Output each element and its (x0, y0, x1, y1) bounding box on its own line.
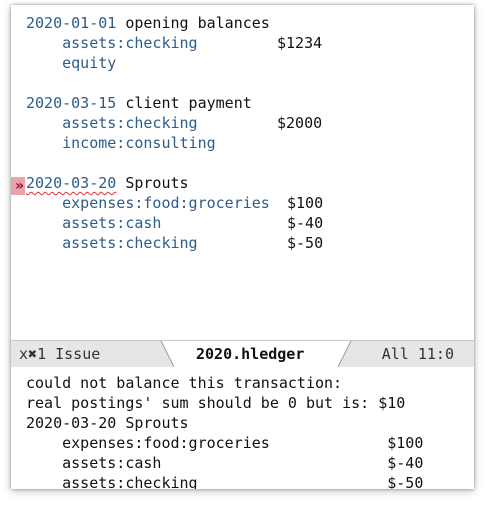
posting-account: assets:checking (62, 34, 198, 52)
posting-amount: $1234 (277, 34, 323, 52)
posting-line: assets:checking (26, 33, 198, 53)
mode-line: x ✖ 1 Issue 2020.hledger All 11:0 (11, 340, 474, 367)
posting-amount: $-50 (287, 234, 324, 252)
mode-line-separator-right (338, 341, 364, 367)
cursor-position: All 11:0 (381, 345, 454, 363)
transaction-date-error: 2020-03-20 (26, 174, 117, 192)
posting-account: assets:cash (62, 214, 162, 232)
transaction-header: 2020-03-15 client payment (26, 93, 252, 113)
transaction-date: 2020-01-01 (26, 14, 117, 32)
error-message-line: could not balance this transaction: (26, 374, 343, 392)
error-posting-line: assets:checking $-50 (26, 474, 424, 489)
issue-count: 1 Issue (37, 345, 101, 363)
transaction-header: 2020-01-01 opening balances (26, 13, 270, 33)
posting-line: equity (26, 53, 116, 73)
transaction-description: Sprouts (125, 174, 189, 192)
posting-account: equity (62, 54, 117, 72)
transaction-description: client payment (125, 94, 252, 112)
emacs-window: 2020-01-01 opening balances assets:check… (11, 5, 474, 489)
error-output-panel: could not balance this transaction: real… (11, 367, 474, 489)
error-transaction-header: 2020-03-20 Sprouts (26, 414, 189, 432)
posting-line: assets:cash (26, 213, 161, 233)
posting-amount: $2000 (277, 114, 323, 132)
error-posting-line: assets:cash $-40 (26, 454, 424, 472)
posting-amount: $100 (287, 194, 324, 212)
posting-line: expenses:food:groceries (26, 193, 270, 213)
mode-line-separator-left (148, 341, 174, 367)
transaction-header: 2020-03-20 Sprouts (26, 173, 189, 193)
posting-account: income:consulting (62, 134, 216, 152)
mode-line-issues[interactable]: x ✖ 1 Issue (19, 341, 100, 367)
posting-line: assets:checking (26, 113, 198, 133)
error-icon: ✖ (28, 345, 38, 363)
error-message-line: real postings' sum should be 0 but is: $… (26, 394, 406, 412)
close-icon[interactable]: x (19, 341, 28, 367)
error-posting-line: expenses:food:groceries $100 (26, 434, 424, 452)
transaction-date: 2020-03-15 (26, 94, 117, 112)
posting-amount: $-40 (287, 214, 324, 232)
posting-account: expenses:food:groceries (62, 194, 270, 212)
editor-buffer[interactable]: 2020-01-01 opening balances assets:check… (11, 5, 474, 339)
posting-line: income:consulting (26, 133, 216, 153)
transaction-description: opening balances (125, 14, 270, 32)
posting-account: assets:checking (62, 114, 198, 132)
posting-line: assets:checking (26, 233, 198, 253)
posting-account: assets:checking (62, 234, 198, 252)
buffer-name[interactable]: 2020.hledger (196, 341, 304, 367)
error-fringe-marker[interactable]: » (11, 177, 25, 195)
